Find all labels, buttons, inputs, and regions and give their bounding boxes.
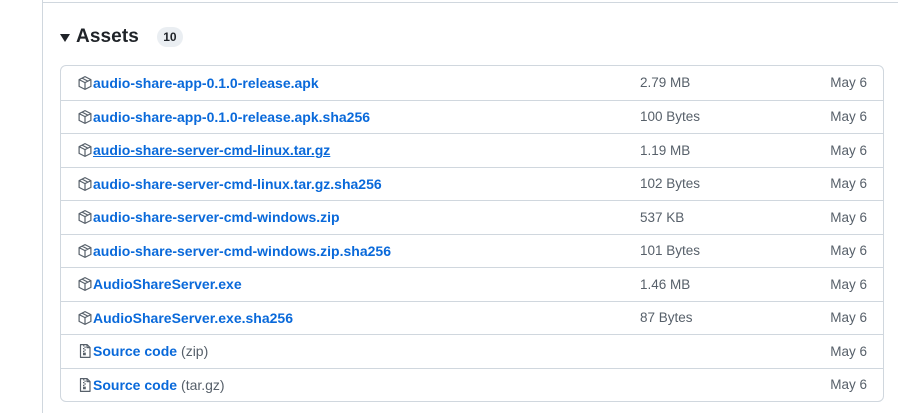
asset-format-suffix: (tar.gz) [181,376,225,393]
asset-size: 101 Bytes [640,243,701,259]
package-icon [77,142,93,158]
package-icon [77,209,93,225]
page-left-border [42,0,43,413]
asset-size: 87 Bytes [640,310,693,326]
asset-date: May 6 [830,75,867,91]
file-zip-icon [77,377,93,393]
asset-size: 537 KB [640,209,685,225]
asset-size: 2.79 MB [640,75,691,91]
assets-list: audio-share-app-0.1.0-release.apk 2.79 MB… [60,65,884,402]
asset-name: AudioShareServer.exe [93,276,242,293]
asset-download-link[interactable]: Source code (zip) [77,335,208,368]
asset-name: audio-share-app-0.1.0-release.apk [93,74,319,91]
asset-date: May 6 [830,176,867,192]
asset-name: audio-share-app-0.1.0-release.apk.sha256 [93,108,371,125]
asset-download-link[interactable]: audio-share-server-cmd-linux.tar.gz [77,134,330,167]
asset-row: audio-share-server-cmd-windows.zip.sha25… [61,233,883,268]
assets-title: Assets [76,26,139,47]
asset-name: Source code [93,376,178,393]
asset-date: May 6 [830,377,867,393]
asset-name: audio-share-server-cmd-windows.zip [93,209,340,226]
caret-down-icon [60,34,70,42]
package-icon [77,75,93,91]
assets-summary-toggle[interactable]: Assets 10 [60,24,183,50]
package-icon [77,243,93,259]
asset-download-link[interactable]: audio-share-server-cmd-linux.tar.gz.sha2… [77,168,382,201]
asset-row: Source code (tar.gz) May 6 [61,367,883,402]
asset-row: audio-share-server-cmd-linux.tar.gz 1.19 … [61,133,883,167]
asset-name: audio-share-server-cmd-linux.tar.gz.sha2… [93,175,382,192]
package-icon [77,176,93,192]
asset-size: 102 Bytes [640,176,701,192]
asset-date: May 6 [830,243,867,259]
asset-date: May 6 [830,209,867,225]
asset-download-link[interactable]: audio-share-app-0.1.0-release.apk.sha256 [77,101,370,134]
section-top-border [42,2,898,3]
package-icon [77,276,93,292]
package-icon [77,310,93,326]
file-zip-icon [77,343,93,359]
asset-download-link[interactable]: AudioShareServer.exe.sha256 [77,302,293,335]
asset-name: audio-share-server-cmd-windows.zip.sha25… [93,242,391,259]
asset-row: audio-share-server-cmd-linux.tar.gz.sha2… [61,166,883,201]
package-icon [77,109,93,125]
assets-count-badge: 10 [156,27,183,47]
asset-date: May 6 [830,276,867,292]
asset-row: AudioShareServer.exe 1.46 MB May 6 [61,267,883,301]
asset-row: audio-share-app-0.1.0-release.apk 2.79 MB… [61,66,883,100]
asset-download-link[interactable]: audio-share-server-cmd-windows.zip.sha25… [77,235,391,268]
asset-name: Source code [93,343,178,360]
asset-row: audio-share-app-0.1.0-release.apk.sha256… [61,99,883,134]
asset-date: May 6 [830,343,867,359]
asset-format-suffix: (zip) [181,343,209,360]
asset-download-link[interactable]: AudioShareServer.exe [77,268,242,301]
asset-size: 1.46 MB [640,276,691,292]
asset-download-link[interactable]: audio-share-app-0.1.0-release.apk [77,66,319,100]
asset-row: Source code (zip) May 6 [61,334,883,368]
asset-date: May 6 [830,310,867,326]
asset-download-link[interactable]: Source code (tar.gz) [77,369,225,402]
asset-size: 100 Bytes [640,109,701,125]
asset-name: AudioShareServer.exe.sha256 [93,309,294,326]
asset-size: 1.19 MB [640,142,691,158]
asset-download-link[interactable]: audio-share-server-cmd-windows.zip [77,201,340,234]
asset-row: audio-share-server-cmd-windows.zip 537 KB… [61,200,883,234]
asset-name: audio-share-server-cmd-linux.tar.gz [93,142,331,159]
asset-row: AudioShareServer.exe.sha256 87 Bytes May 6 [61,300,883,335]
asset-date: May 6 [830,142,867,158]
asset-date: May 6 [830,109,867,125]
